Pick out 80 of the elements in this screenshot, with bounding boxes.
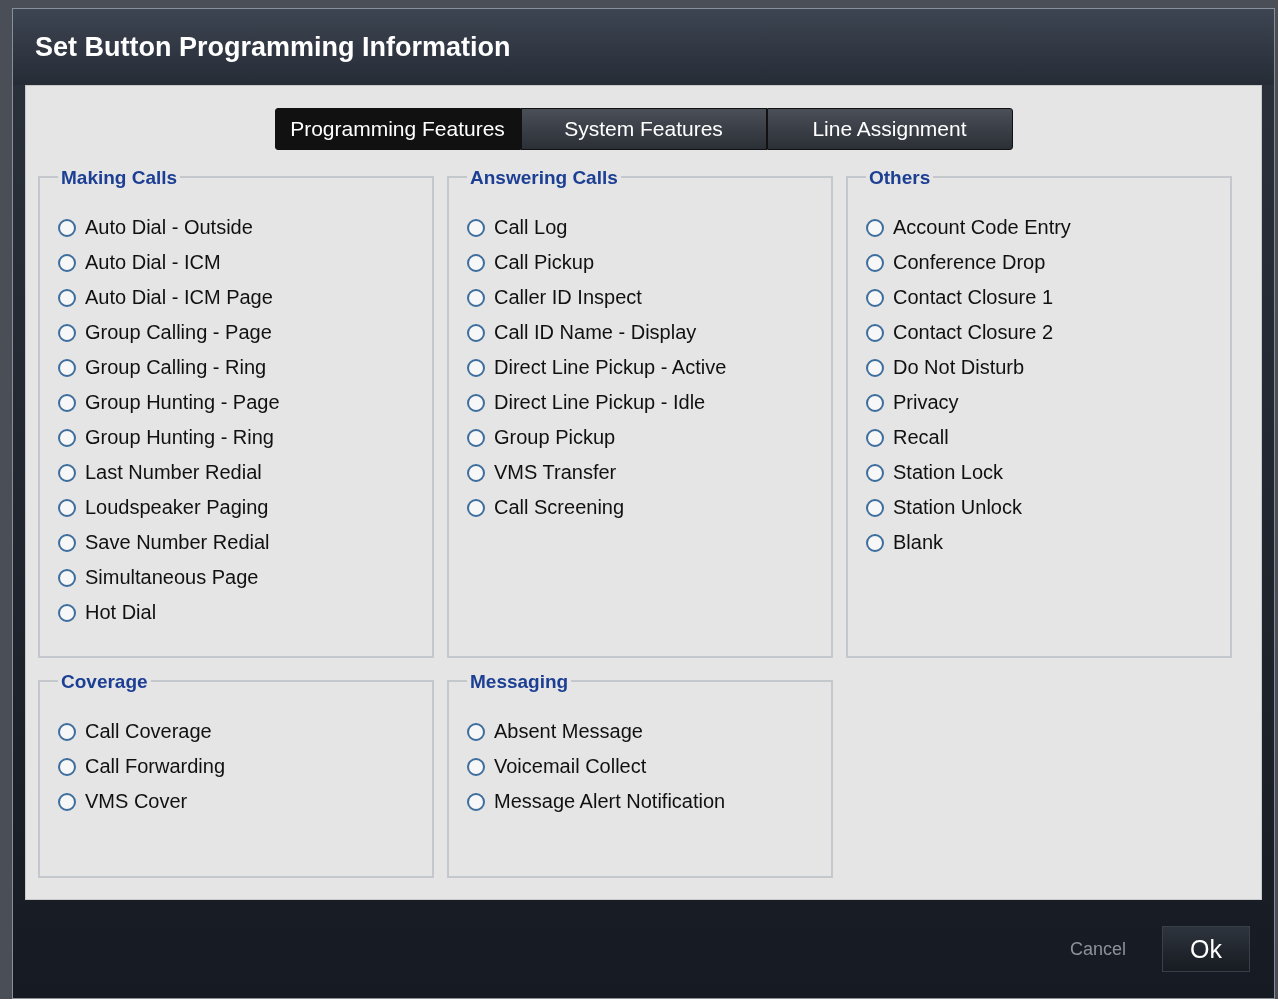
radio-button[interactable] [866, 428, 884, 447]
option-label[interactable]: Group Pickup [494, 426, 616, 449]
radio-button[interactable] [467, 323, 485, 342]
option-label[interactable]: Call ID Name - Display [494, 321, 697, 344]
radio-button[interactable] [58, 722, 76, 741]
radio-button[interactable] [58, 568, 76, 587]
radio-button[interactable] [467, 722, 485, 741]
option-label[interactable]: Conference Drop [893, 251, 1046, 274]
option-label[interactable]: Account Code Entry [893, 216, 1071, 239]
radio-button[interactable] [58, 428, 76, 447]
option-label[interactable]: Caller ID Inspect [494, 286, 642, 309]
option-label[interactable]: Simultaneous Page [85, 566, 259, 589]
radio-button[interactable] [866, 288, 884, 307]
option-label[interactable]: Voicemail Collect [494, 755, 647, 778]
option-label[interactable]: Privacy [893, 391, 959, 414]
tab[interactable]: Programming Features [274, 108, 521, 150]
option-label[interactable]: Direct Line Pickup - Active [494, 356, 727, 379]
option-label[interactable]: Auto Dial - Outside [85, 216, 253, 239]
radio-button[interactable] [58, 253, 76, 272]
radio-button[interactable] [467, 792, 485, 811]
radio-button[interactable] [866, 463, 884, 482]
option-label[interactable]: Do Not Disturb [893, 356, 1025, 379]
option-label[interactable]: Recall [893, 426, 949, 449]
radio-button[interactable] [866, 358, 884, 377]
tab[interactable]: Line Assignment [766, 108, 1013, 150]
option-label[interactable]: Direct Line Pickup - Idle [494, 391, 706, 414]
option-label[interactable]: VMS Cover [85, 790, 188, 813]
option-label[interactable]: Group Calling - Ring [85, 356, 267, 379]
radio-button[interactable] [58, 463, 76, 482]
radio-button[interactable] [58, 358, 76, 377]
radio-button[interactable] [58, 757, 76, 776]
option-label[interactable]: Station Unlock [893, 496, 1022, 519]
radio-button[interactable] [866, 218, 884, 237]
radio-button[interactable] [467, 393, 485, 412]
radio-button[interactable] [467, 498, 485, 517]
option-label[interactable]: Last Number Redial [85, 461, 262, 484]
tab[interactable]: System Features [520, 108, 767, 150]
option-label[interactable]: Absent Message [494, 720, 643, 743]
option-label[interactable]: Group Hunting - Ring [85, 426, 274, 449]
radio-button[interactable] [58, 498, 76, 517]
option-label[interactable]: Group Calling - Page [85, 321, 272, 344]
radio-button[interactable] [866, 253, 884, 272]
radio-button[interactable] [58, 792, 76, 811]
option-label[interactable]: Auto Dial - ICM Page [85, 286, 273, 309]
option-label[interactable]: Call Pickup [494, 251, 595, 274]
radio-button[interactable] [58, 288, 76, 307]
radio-button[interactable] [467, 463, 485, 482]
option-label[interactable]: Station Lock [893, 461, 1004, 484]
option-label[interactable]: Hot Dial [85, 601, 157, 624]
option-label[interactable]: Call Coverage [85, 720, 212, 743]
option-label[interactable]: Auto Dial - ICM [85, 251, 221, 274]
cancel-button[interactable]: Cancel [1063, 937, 1132, 961]
radio-button[interactable] [866, 533, 884, 552]
option-label[interactable]: Call Log [494, 216, 568, 239]
option-label[interactable]: Contact Closure 2 [893, 321, 1054, 344]
radio-button[interactable] [866, 323, 884, 342]
ok-button[interactable]: Ok [1162, 926, 1250, 972]
radio-button[interactable] [467, 757, 485, 776]
radio-button[interactable] [58, 603, 76, 622]
option-label[interactable]: Call Screening [494, 496, 625, 519]
radio-button[interactable] [467, 253, 485, 272]
option-label[interactable]: VMS Transfer [494, 461, 617, 484]
radio-button[interactable] [58, 393, 76, 412]
radio-button[interactable] [467, 218, 485, 237]
option-label[interactable]: Call Forwarding [85, 755, 226, 778]
dialog-title: Set Button Programming Information [35, 31, 511, 63]
option-label[interactable]: Blank [893, 531, 944, 554]
radio-button[interactable] [58, 218, 76, 237]
radio-button[interactable] [467, 428, 485, 447]
option-label[interactable]: Message Alert Notification [494, 790, 726, 813]
option-label[interactable]: Contact Closure 1 [893, 286, 1054, 309]
option-label[interactable]: Loudspeaker Paging [85, 496, 269, 519]
radio-button[interactable] [467, 358, 485, 377]
radio-button[interactable] [467, 288, 485, 307]
radio-button[interactable] [58, 323, 76, 342]
radio-button[interactable] [866, 498, 884, 517]
option-label[interactable]: Save Number Redial [85, 531, 270, 554]
radio-button[interactable] [866, 393, 884, 412]
radio-button[interactable] [58, 533, 76, 552]
option-label[interactable]: Group Hunting - Page [85, 391, 280, 414]
